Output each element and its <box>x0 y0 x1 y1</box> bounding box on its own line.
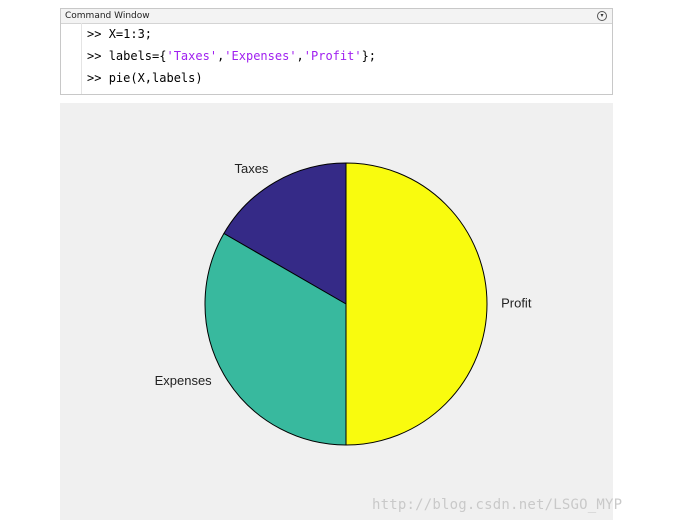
code-text: pie(X,labels) <box>108 71 203 85</box>
command-line: >> labels={'Taxes','Expenses','Profit'}; <box>82 45 612 67</box>
code-text: labels={ <box>108 49 167 63</box>
pie-label-taxes: Taxes <box>234 161 268 176</box>
command-window[interactable]: Command Window ▾ >> X=1:3; >> labels={'Ta… <box>60 8 613 95</box>
command-window-header: Command Window ▾ <box>61 9 612 24</box>
code-text: X=1:3; <box>108 27 153 41</box>
prompt-symbol: >> <box>87 49 109 63</box>
watermark: http://blog.csdn.net/LSGO_MYP <box>372 497 623 513</box>
pie-chart: Taxes Expenses Profit <box>155 161 532 446</box>
command-history[interactable]: >> X=1:3; >> labels={'Taxes','Expenses','… <box>81 23 612 94</box>
code-text: }; <box>361 49 377 63</box>
string-literal: 'Expenses' <box>224 49 297 63</box>
command-line: >> X=1:3; <box>82 23 612 45</box>
prompt-symbol: >> <box>87 27 109 41</box>
command-line: >> pie(X,labels) <box>82 67 612 89</box>
pie-slice-profit <box>345 162 488 446</box>
pie-label-profit: Profit <box>501 295 532 310</box>
string-literal: 'Profit' <box>303 49 362 63</box>
code-text: , <box>296 49 304 63</box>
figure-window: Taxes Expenses Profit <box>60 103 613 520</box>
circle-down-arrow-icon[interactable]: ▾ <box>597 11 607 21</box>
string-literal: 'Taxes' <box>166 49 218 63</box>
command-window-title: Command Window <box>65 11 150 21</box>
prompt-symbol: >> <box>87 71 109 85</box>
pie-label-expenses: Expenses <box>155 373 213 388</box>
